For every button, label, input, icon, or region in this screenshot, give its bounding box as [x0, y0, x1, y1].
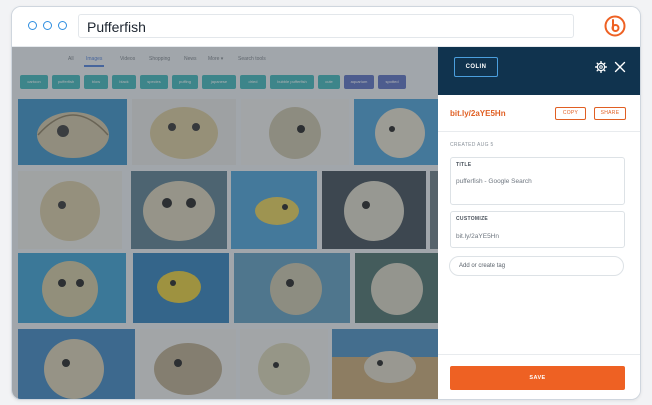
title-field[interactable]: TITLE pufferfish - Google Search — [450, 157, 625, 205]
window-close-dot[interactable] — [28, 21, 37, 30]
account-button[interactable]: COLIN — [454, 57, 498, 77]
short-link[interactable]: bit.ly/2aYE5Hn — [450, 109, 506, 118]
title-label: TITLE — [456, 162, 472, 168]
customize-value[interactable]: bit.ly/2aYE5Hn — [456, 233, 499, 240]
close-icon[interactable] — [614, 61, 626, 73]
copy-button[interactable]: COPY — [555, 107, 586, 120]
tag-input[interactable]: Add or create tag — [449, 256, 624, 276]
browser-toolbar: Pufferfish — [12, 7, 640, 47]
browser-window: Pufferfish All Images Videos Shopping Ne… — [11, 6, 641, 400]
panel-header: COLIN — [438, 47, 640, 95]
bitly-logo-icon[interactable] — [604, 15, 626, 37]
search-results-page: All Images Videos Shopping News More ▾ S… — [12, 47, 438, 399]
window-minimize-dot[interactable] — [43, 21, 52, 30]
bitly-panel: COLIN bit.ly/2aYE5Hn COPY SHARE CREATED … — [438, 47, 640, 399]
address-bar[interactable]: Pufferfish — [78, 14, 574, 38]
share-button[interactable]: SHARE — [594, 107, 626, 120]
title-value[interactable]: pufferfish - Google Search — [456, 178, 532, 185]
modal-overlay[interactable] — [12, 47, 438, 399]
customize-label: CUSTOMIZE — [456, 216, 489, 222]
created-date: CREATED AUG 5 — [450, 142, 494, 148]
divider — [438, 131, 640, 132]
customize-field[interactable]: CUSTOMIZE bit.ly/2aYE5Hn — [450, 211, 625, 248]
save-button[interactable]: SAVE — [450, 366, 625, 390]
window-maximize-dot[interactable] — [58, 21, 67, 30]
gear-icon[interactable] — [595, 61, 607, 73]
divider — [438, 354, 640, 355]
